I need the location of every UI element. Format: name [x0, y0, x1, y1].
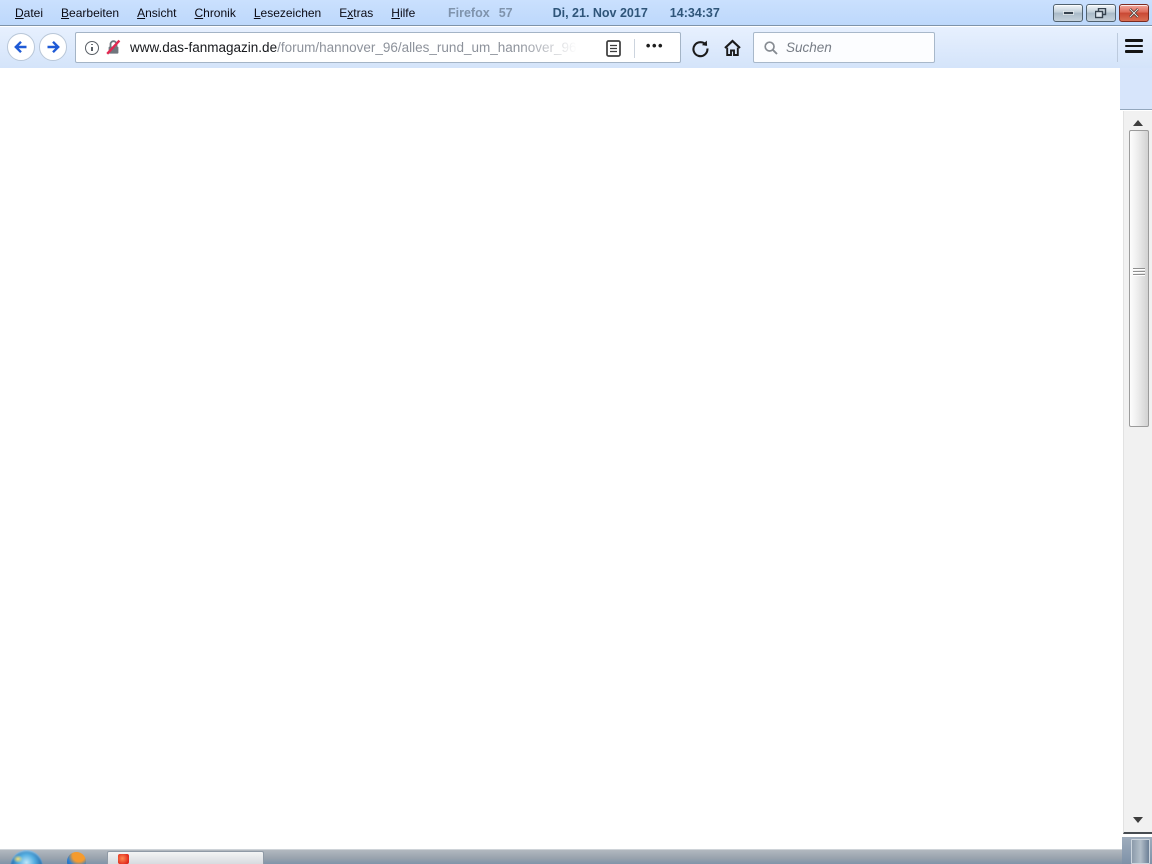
taskbar-app-icon — [118, 854, 129, 864]
vertical-scrollbar[interactable] — [1123, 111, 1152, 834]
taskbar-pinned-icon[interactable] — [67, 852, 86, 864]
menu-label: ilfe — [399, 6, 416, 20]
hamburger-icon — [1125, 50, 1143, 53]
scrollbar-grip-icon — [1133, 268, 1145, 277]
menu-label: hronik — [203, 6, 236, 20]
app-name: Firefox — [448, 6, 490, 20]
menu-accesskey: D — [15, 6, 24, 20]
minimize-icon — [1062, 11, 1074, 15]
close-button[interactable] — [1119, 4, 1149, 22]
menu-item-bearbeiten[interactable]: Bearbeiten — [52, 5, 128, 20]
urlbar-divider — [634, 39, 635, 58]
titlebar-clock: 14:34:37 — [669, 6, 720, 20]
menu-item-hilfe[interactable]: Hilfe — [382, 5, 424, 20]
restore-button[interactable] — [1086, 4, 1116, 22]
forward-button[interactable] — [39, 33, 67, 61]
menu-accesskey: H — [391, 6, 400, 20]
taskbar-app-button[interactable] — [107, 851, 264, 864]
app-menu-button[interactable] — [1125, 39, 1143, 56]
url-host: www.das-fanmagazin.de — [130, 40, 278, 55]
url-bar[interactable]: www.das-fanmagazin.de/forum/hannover_96/… — [75, 32, 681, 63]
show-desktop-button[interactable] — [1131, 839, 1150, 864]
window-controls — [1053, 4, 1149, 22]
search-bar — [753, 32, 935, 63]
navigation-toolbar: www.das-fanmagazin.de/forum/hannover_96/… — [0, 27, 1152, 68]
reload-button[interactable] — [688, 36, 713, 60]
close-icon — [1129, 8, 1139, 18]
menu-label: earbeiten — [69, 6, 120, 20]
scrollbar-thumb[interactable] — [1129, 130, 1149, 427]
site-identity[interactable] — [76, 39, 122, 56]
menu-label: tras — [353, 6, 374, 20]
hamburger-icon — [1125, 44, 1143, 48]
page-actions-button[interactable]: ••• — [639, 38, 671, 53]
reload-icon — [691, 39, 710, 58]
restore-icon — [1095, 7, 1107, 19]
menu-item-ansicht[interactable]: Ansicht — [128, 5, 185, 20]
url-path: /forum/hannover_96/alles_rund_um_hannove… — [277, 40, 577, 55]
reader-mode-icon[interactable] — [606, 40, 621, 57]
url-text: www.das-fanmagazin.de/forum/hannover_96/… — [130, 40, 582, 55]
page-content[interactable] — [0, 68, 1123, 850]
window-titlebar: Datei Bearbeiten Ansicht Chronik Lesezei… — [0, 0, 1152, 26]
search-icon — [763, 40, 779, 56]
app-version: 57 — [498, 6, 513, 20]
home-icon — [723, 39, 742, 57]
menu-accesskey: B — [61, 6, 70, 20]
menu-label: esezeichen — [260, 6, 322, 20]
titlebar-date: Di, 21. Nov 2017 — [552, 6, 648, 20]
minimize-button[interactable] — [1053, 4, 1083, 22]
scroll-up-arrow-icon[interactable] — [1133, 120, 1143, 126]
forward-arrow-icon — [45, 39, 61, 55]
toolbar-divider — [1117, 33, 1118, 62]
back-button[interactable] — [7, 33, 35, 61]
search-input[interactable] — [786, 40, 921, 55]
menu-item-chronik[interactable]: Chronik — [185, 5, 244, 20]
menu-label: nsicht — [145, 6, 177, 20]
menu-item-datei[interactable]: Datei — [6, 5, 52, 20]
menu-accesskey: C — [194, 6, 204, 20]
menu-label: atei — [23, 6, 44, 20]
desktop-screen: Datei Bearbeiten Ansicht Chronik Lesezei… — [0, 0, 1152, 864]
menu-accesskey: A — [137, 6, 146, 20]
scroll-down-arrow-icon[interactable] — [1133, 817, 1143, 823]
back-arrow-icon — [13, 39, 29, 55]
insecure-lock-icon[interactable] — [105, 39, 122, 56]
menu-accesskey: L — [253, 6, 261, 20]
menubar: Datei Bearbeiten Ansicht Chronik Lesezei… — [6, 5, 424, 20]
window-title-text: Firefox 57 Di, 21. Nov 2017 14:34:37 — [448, 0, 720, 26]
page-info-icon[interactable] — [85, 40, 99, 55]
menu-item-lesezeichen[interactable]: Lesezeichen — [245, 5, 330, 20]
hamburger-icon — [1125, 39, 1143, 42]
menu-item-extras[interactable]: Extras — [330, 5, 382, 20]
home-button[interactable] — [720, 36, 745, 60]
chrome-right-patch — [1120, 68, 1152, 110]
